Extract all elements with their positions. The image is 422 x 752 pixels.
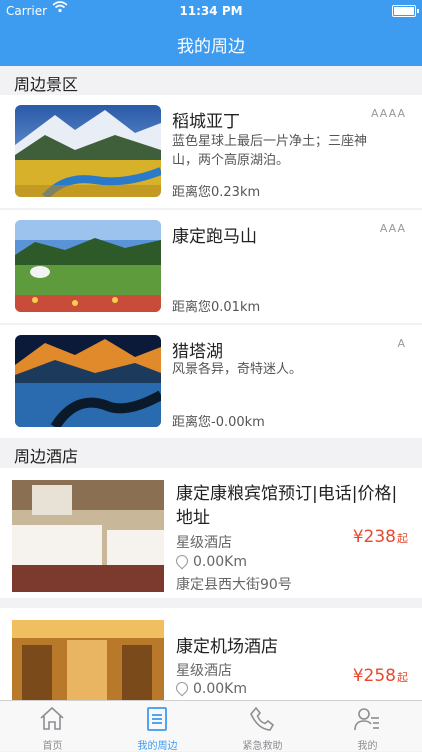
list-icon bbox=[147, 707, 167, 731]
scenic-name: 稻城亚丁 bbox=[172, 112, 240, 132]
hotel-price: ¥238起 bbox=[352, 527, 408, 547]
phone-icon bbox=[250, 706, 275, 731]
hotel-name: 康定康粮宾馆预订|电话|价格|地址 bbox=[176, 484, 398, 528]
hotel-list-item[interactable]: 康定康粮宾馆预订|电话|价格|地址 星级酒店 ¥238起 0.00Km 康定县西… bbox=[0, 468, 422, 598]
scenic-distance: 距离您0.01km bbox=[172, 300, 261, 315]
location-pin-icon bbox=[173, 679, 191, 697]
status-bar: Carrier 11:34 PM bbox=[0, 0, 422, 22]
scenic-grade: A bbox=[397, 337, 406, 350]
tab-emergency[interactable]: 紧急救助 bbox=[210, 701, 315, 752]
scenic-thumbnail bbox=[15, 220, 161, 312]
navigation-header: Carrier 11:34 PM 我的周边 bbox=[0, 0, 422, 66]
page-title: 我的周边 bbox=[177, 37, 245, 57]
scenic-description: 蓝色星球上最后一片净土；三座神山，两个高原湖泊。 bbox=[172, 134, 368, 168]
location-pin-icon bbox=[173, 552, 191, 570]
tab-profile[interactable]: 我的 bbox=[315, 701, 420, 752]
tab-bar: 首页 我的周边 紧急救助 我的 bbox=[0, 700, 422, 752]
scenic-distance: 距离您0.23km bbox=[172, 185, 261, 200]
battery-icon bbox=[392, 5, 419, 17]
hotel-thumbnail bbox=[12, 620, 164, 700]
section-title-scenic: 周边景区 bbox=[14, 75, 79, 94]
hotel-address: 康定县西大街90号 bbox=[176, 577, 292, 593]
scenic-grade: AAAA bbox=[370, 107, 406, 120]
hotel-distance: 0.00Km bbox=[173, 679, 247, 697]
status-time: 11:34 PM bbox=[179, 4, 243, 18]
hotel-thumbnail bbox=[12, 480, 164, 592]
scenic-list-item[interactable]: 康定跑马山 AAA 距离您0.01km bbox=[0, 210, 422, 323]
scenic-grade: AAA bbox=[379, 222, 406, 235]
scenic-distance: 距离您-0.00km bbox=[172, 415, 265, 430]
user-icon bbox=[354, 708, 379, 731]
hotel-name: 康定机场酒店 bbox=[176, 637, 278, 657]
hotel-list-item[interactable]: 康定机场酒店 星级酒店 ¥258起 0.00Km bbox=[0, 608, 422, 700]
scenic-description: 风景各异，奇特迷人。 bbox=[172, 362, 303, 377]
home-icon bbox=[40, 706, 64, 730]
hotel-price: ¥258起 bbox=[352, 666, 408, 686]
tab-home[interactable]: 首页 bbox=[0, 701, 105, 752]
hotel-type: 星级酒店 bbox=[176, 663, 232, 679]
scenic-thumbnail bbox=[15, 105, 161, 197]
hotel-type: 星级酒店 bbox=[176, 535, 232, 551]
scenic-list-item[interactable]: 稻城亚丁 AAAA 蓝色星球上最后一片净土；三座神山，两个高原湖泊。 距离您0.… bbox=[0, 95, 422, 208]
scenic-list-item[interactable]: 猎塔湖 A 风景各异，奇特迷人。 距离您-0.00km bbox=[0, 325, 422, 438]
tab-nearby[interactable]: 我的周边 bbox=[105, 701, 210, 752]
scenic-name: 康定跑马山 bbox=[172, 227, 257, 247]
scenic-thumbnail bbox=[15, 335, 161, 427]
section-title-hotels: 周边酒店 bbox=[14, 447, 79, 466]
hotel-distance: 0.00Km bbox=[173, 552, 247, 570]
scenic-name: 猎塔湖 bbox=[172, 342, 223, 362]
